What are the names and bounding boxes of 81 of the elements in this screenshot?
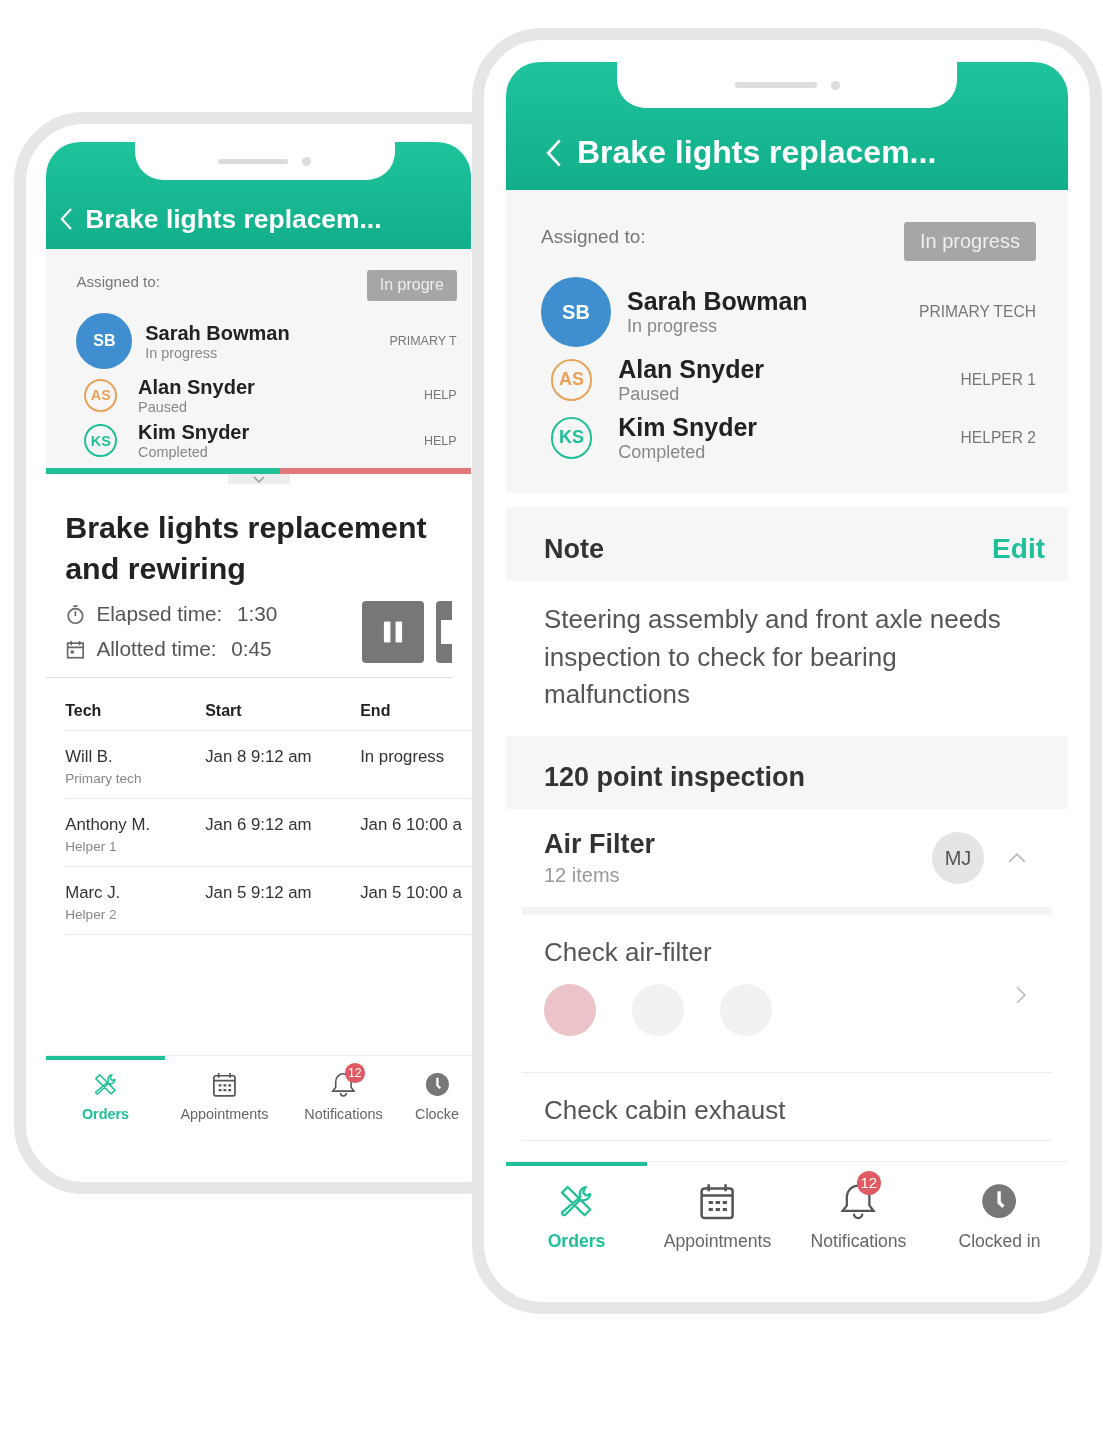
- checklist-item[interactable]: Check air-filter: [544, 937, 1026, 969]
- tech-role: Helper 1: [65, 838, 118, 854]
- person-name: Sarah Bowman: [145, 321, 291, 345]
- column-header: End: [360, 702, 392, 721]
- tech-name: Anthony M.: [65, 814, 152, 835]
- avatar: AS: [84, 378, 118, 412]
- time-value: 1:30: [236, 602, 278, 627]
- tech-role: Helper 2: [65, 907, 118, 922]
- chevron-icon[interactable]: [1008, 853, 1026, 864]
- avatar: SB: [541, 277, 611, 347]
- item-count: 12 items: [544, 864, 621, 888]
- notification-badge: 12: [345, 1063, 365, 1083]
- person-name: Alan Snyder: [618, 355, 766, 384]
- section-heading: 120 point inspection: [544, 762, 806, 794]
- assigned-label: Assigned to:: [76, 272, 160, 290]
- status-badge: In progress: [903, 222, 1036, 261]
- person-name: Alan Snyder: [138, 375, 256, 399]
- person-role: HELP: [424, 388, 457, 403]
- nav-tab[interactable]: 12 Notifications: [284, 1056, 403, 1164]
- person-status: Paused: [138, 398, 188, 415]
- person-name: Sarah Bowman: [627, 287, 809, 316]
- stop-button[interactable]: [435, 600, 452, 663]
- start-cell-text: Jan 8 9:12 am: [205, 746, 313, 768]
- stopwatch-icon: [65, 603, 86, 625]
- person-role: HELPER 2: [960, 429, 1036, 447]
- avatar: KS: [550, 417, 593, 459]
- calendar-icon: [65, 638, 86, 660]
- stop-icon: [440, 619, 452, 644]
- collapse-handle[interactable]: [227, 474, 290, 485]
- start-cell-text: Jan 6 9:12 am: [205, 814, 313, 836]
- tech-name: Marc J.: [65, 882, 122, 903]
- rating-option[interactable]: [544, 984, 596, 1037]
- section-heading: Note: [544, 533, 604, 565]
- person-status: Completed: [138, 444, 209, 461]
- end-cell-text: In progress: [360, 746, 446, 768]
- nav-tab[interactable]: Clocke: [403, 1056, 471, 1164]
- note-text: Steering assembly and front axle needs inspection to check for bearing malfunctions: [544, 603, 1002, 712]
- task-title: Brake lights replacement and rewiring: [65, 508, 428, 587]
- tech-role: Primary tech: [65, 770, 143, 786]
- time-value: 0:45: [231, 637, 272, 662]
- person-status: In progress: [627, 316, 719, 337]
- column-header: Start: [205, 702, 243, 721]
- back-icon[interactable]: [546, 137, 562, 168]
- back-icon[interactable]: [60, 207, 74, 232]
- start-cell-text: Jan 5 9:12 am: [205, 882, 313, 904]
- assignee-avatar: MJ: [932, 832, 984, 885]
- speaker-grille: [218, 158, 288, 164]
- avatar: SB: [76, 313, 133, 370]
- camera-lens: [830, 80, 840, 90]
- status-badge: In progre: [366, 269, 457, 301]
- nav-tab[interactable]: 12 Notifications: [788, 1162, 929, 1280]
- person-role: HELPER 1: [960, 371, 1036, 389]
- assigned-label: Assigned to:: [541, 225, 646, 248]
- notification-badge: 12: [856, 1170, 881, 1195]
- avatar: AS: [550, 359, 593, 401]
- person-role: HELP: [424, 433, 457, 448]
- nav-tab[interactable]: Appointments: [165, 1056, 284, 1164]
- person-status: In progress: [145, 344, 219, 361]
- pause-button[interactable]: [361, 600, 424, 663]
- end-cell-text: Jan 6 10:00 a: [360, 814, 463, 836]
- header-title: Brake lights replacem...: [577, 134, 937, 171]
- chevron-right-icon[interactable]: [1016, 986, 1026, 1005]
- time-label: Allotted time:: [96, 637, 217, 662]
- avatar: KS: [84, 424, 118, 458]
- person-name: Kim Snyder: [138, 421, 251, 445]
- person-role: PRIMARY TECH: [919, 303, 1036, 321]
- time-label: Elapsed time:: [96, 602, 223, 627]
- person-name: Kim Snyder: [618, 413, 759, 442]
- camera-lens: [302, 156, 311, 166]
- group-title: Air Filter: [544, 829, 657, 861]
- nav-tab[interactable]: Appointments: [647, 1162, 788, 1280]
- column-header: Tech: [65, 702, 103, 721]
- header-title: Brake lights replacem...: [85, 203, 382, 235]
- checklist-item[interactable]: Check cabin exhaust: [544, 1095, 1026, 1127]
- calendar-icon: [210, 1070, 239, 1100]
- person-status: Completed: [618, 442, 707, 463]
- end-cell-text: Jan 5 10:00 a: [360, 882, 463, 904]
- tech-name: Will B.: [65, 746, 114, 767]
- nav-tab[interactable]: Clocked in: [929, 1162, 1068, 1280]
- person-status: Paused: [618, 384, 681, 405]
- person-role: PRIMARY T: [389, 334, 457, 349]
